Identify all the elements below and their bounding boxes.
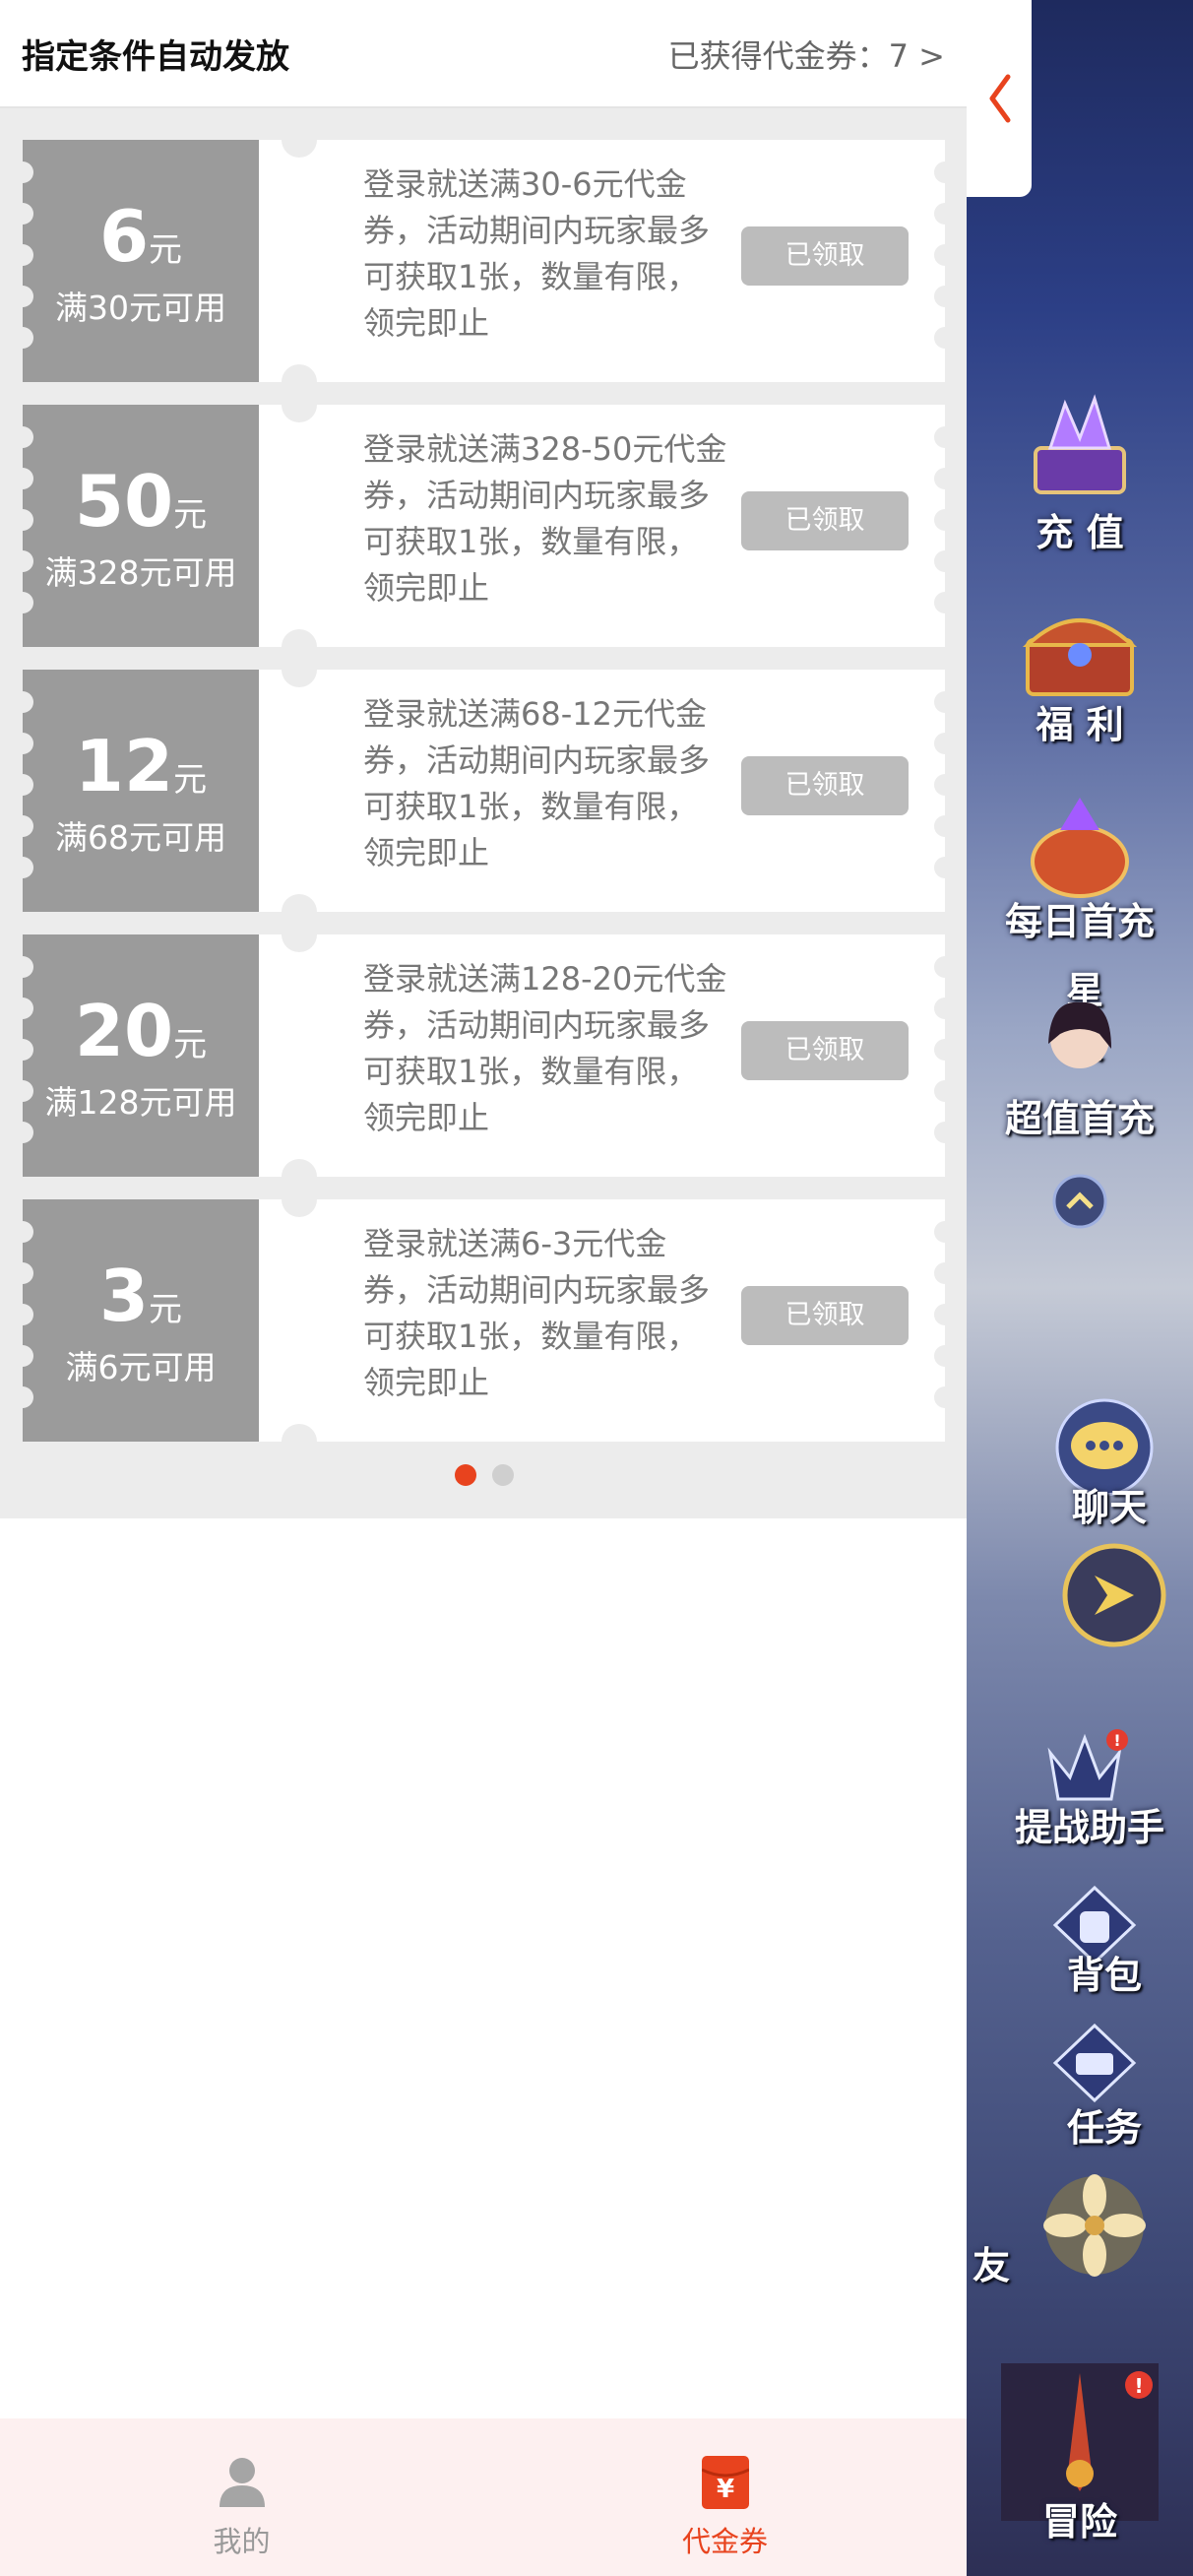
combat-assistant-label[interactable]: 提战助手 [986,1797,1193,1851]
svg-text:¥: ¥ [716,2475,733,2504]
coupon-condition: 满328元可用 [44,553,237,592]
coupon-amount-panel: 3元 满6元可用 [23,1199,259,1442]
coupon-info-panel: 登录就送满328-50元代金券，活动期间内玩家最多可获取1张，数量有限，领完即止… [259,405,945,647]
coupon-description: 登录就送满30-6元代金券，活动期间内玩家最多可获取1张，数量有限，领完即止 [363,165,711,342]
crystal-chest-icon [1021,389,1139,511]
scroll-icon [1050,2023,1139,2106]
coupon-card: 12元 满68元可用 登录就送满68-12元代金券，活动期间内玩家最多可获取1张… [23,652,945,930]
nav-item-mine[interactable]: 我的 [0,2418,483,2576]
welfare-label[interactable]: 福 利 [967,694,1193,748]
coupon-amount-panel: 6元 满30元可用 [23,140,259,382]
coupon-description: 登录就送满6-3元代金券，活动期间内玩家最多可获取1张，数量有限，领完即止 [363,1225,711,1401]
chat-label[interactable]: 聊天 [1026,1477,1193,1531]
back-button[interactable] [967,0,1032,197]
coupon-amount: 12元 [74,725,208,807]
coupon-amount: 6元 [98,195,183,278]
value-first-recharge-label[interactable]: 超值首充 [967,1088,1193,1142]
svg-text:!: ! [1113,1731,1120,1750]
coupon-info-panel: 登录就送满6-3元代金券，活动期间内玩家最多可获取1张，数量有限，领完即止 已领… [259,1199,945,1442]
nav-label-mine: 我的 [213,2525,271,2558]
claimed-button[interactable]: 已领取 [741,1286,909,1345]
coupon-amount: 3元 [98,1255,183,1337]
arrow-forward-icon[interactable] [1060,1541,1168,1653]
coupon-description: 登录就送满328-50元代金券，活动期间内玩家最多可获取1张，数量有限，领完即止 [363,430,727,607]
nav-item-coupon[interactable]: ¥ 代金券 [483,2418,967,2576]
claimed-button[interactable]: 已领取 [741,491,909,550]
coupon-card: 6元 满30元可用 登录就送满30-6元代金券，活动期间内玩家最多可获取1张，数… [23,122,945,400]
claimed-button[interactable]: 已领取 [741,1021,909,1080]
recharge-label[interactable]: 充 值 [967,502,1193,556]
adventure-label[interactable]: 冒险 [967,2491,1193,2545]
coupon-amount-panel: 50元 满328元可用 [23,405,259,647]
coupon-info-panel: 登录就送满128-20元代金券，活动期间内玩家最多可获取1张，数量有限，领完即止… [259,934,945,1177]
coupon-condition: 满68元可用 [55,818,226,857]
gift-pouch-icon [1021,793,1139,905]
coupon-condition: 满6元可用 [65,1348,217,1386]
coupon-card: 3元 满6元可用 登录就送满6-3元代金券，活动期间内玩家最多可获取1张，数量有… [23,1182,945,1459]
coupon-panel: 指定条件自动发放 已获得代金券：7 > 6元 满30元可用 登录就送满30-6元… [0,0,967,2576]
backpack-label[interactable]: 背包 [1016,1945,1193,1999]
coupon-description: 登录就送满128-20元代金券，活动期间内玩家最多可获取1张，数量有限，领完即止 [363,960,727,1136]
task-label[interactable]: 任务 [1016,2097,1193,2152]
user-icon [218,2456,267,2513]
coupon-icon: ¥ [700,2456,750,2513]
coupon-info-panel: 登录就送满68-12元代金券，活动期间内玩家最多可获取1张，数量有限，领完即止 … [259,670,945,912]
flower-emblem-icon[interactable] [1040,2171,1149,2284]
header-bar: 指定条件自动发放 已获得代金券：7 > [0,0,967,108]
claimed-button[interactable]: 已领取 [741,226,909,286]
coupon-amount: 50元 [74,460,208,543]
coupon-card: 50元 满328元可用 登录就送满328-50元代金券，活动期间内玩家最多可获取… [23,387,945,665]
page-dot[interactable] [492,1464,514,1486]
coupon-description: 登录就送满68-12元代金券，活动期间内玩家最多可获取1张，数量有限，领完即止 [363,695,711,871]
coupon-info-panel: 登录就送满30-6元代金券，活动期间内玩家最多可获取1张，数量有限，领完即止 已… [259,140,945,382]
collapse-up-icon[interactable] [1052,1174,1107,1233]
svg-text:!: ! [1134,2374,1143,2398]
page-dot-active[interactable] [455,1464,476,1486]
chevron-left-icon [989,74,1011,123]
character-portrait-icon [1031,995,1129,1097]
coupon-amount-panel: 12元 满68元可用 [23,670,259,912]
coupon-amount: 20元 [74,990,208,1072]
coupon-condition: 满30元可用 [55,289,226,327]
page-title: 指定条件自动发放 [22,37,289,77]
obtained-coupons-link[interactable]: 已获得代金券：7 > [668,32,945,77]
claimed-button[interactable]: 已领取 [741,756,909,815]
nav-label-coupon: 代金券 [681,2525,768,2558]
coupon-condition: 满128元可用 [44,1083,237,1122]
coupon-list: 6元 满30元可用 登录就送满30-6元代金券，活动期间内玩家最多可获取1张，数… [0,108,967,1518]
bottom-nav: 我的 ¥ 代金券 [0,2418,967,2576]
daily-first-recharge-label[interactable]: 每日首充 [967,891,1193,945]
game-sidebar: 充 值 福 利 每日首充 星 辰 超值首充 [967,0,1193,2576]
coupon-card: 20元 满128元可用 登录就送满128-20元代金券，活动期间内玩家最多可获取… [23,917,945,1194]
coupon-amount-panel: 20元 满128元可用 [23,934,259,1177]
friend-label-partial: 友 [972,2243,1010,2287]
treasure-chest-icon [1016,596,1144,708]
